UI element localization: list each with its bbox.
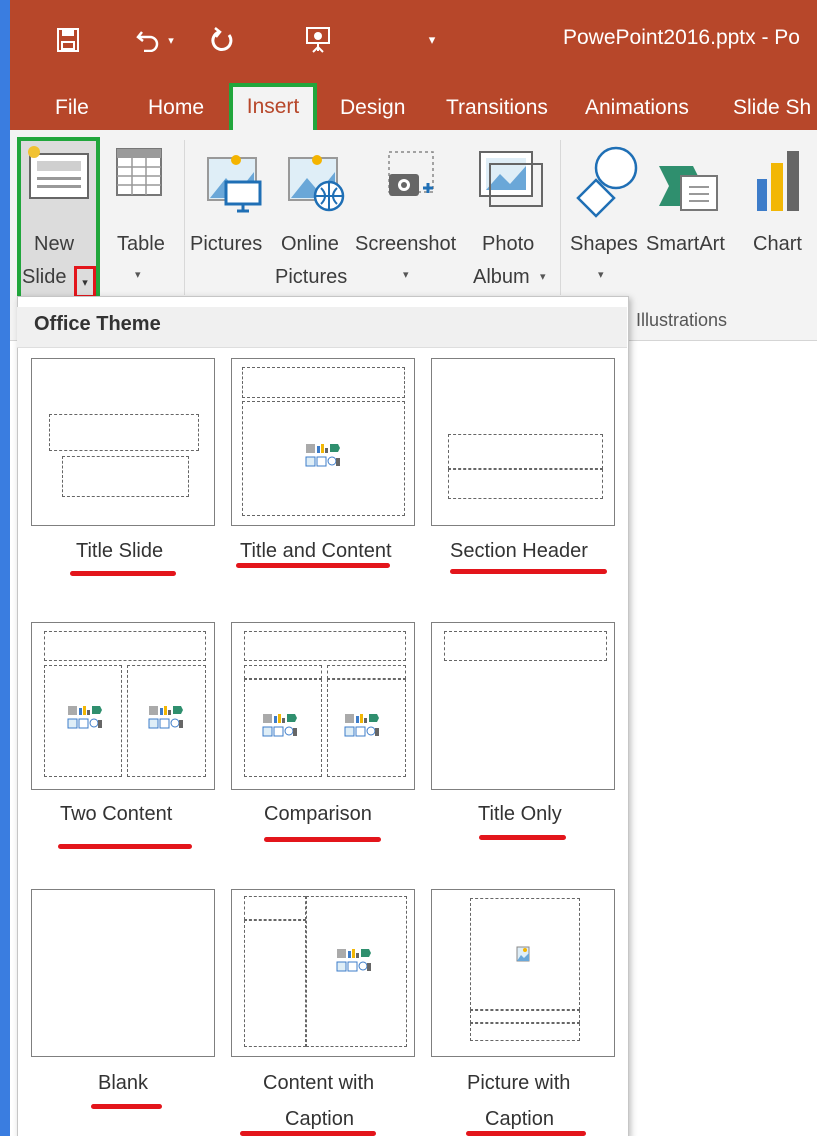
title-bar: ▾ ▾ PowePoint2016.pptx - Po [0,0,817,82]
photo-album-dropdown-arrow[interactable]: ▾ [540,270,546,283]
screenshot-frame-border [0,0,10,1136]
new-slide-label-line1: New [34,233,75,255]
layout-picture-with-caption[interactable] [431,889,615,1057]
annotation-underline [70,571,176,576]
presentation-icon[interactable] [300,22,336,58]
title-placeholder [448,434,603,469]
title-placeholder [242,367,405,398]
annotation-underline [264,837,381,842]
layout-two-content[interactable] [31,622,215,790]
photo-album-label-line1[interactable]: Photo [482,233,534,256]
photo-album-label-line2[interactable]: Album [473,266,530,289]
left-heading-placeholder [244,665,322,679]
layout-label-title-slide: Title Slide [76,540,164,562]
annotation-underline [91,1104,162,1109]
tab-bar [0,82,817,130]
shapes-label[interactable]: Shapes [570,233,638,256]
layout-label-picture-with-caption-line1: Picture with [467,1072,571,1094]
pictures-icon [207,155,262,213]
online-pictures-icon [288,155,345,212]
online-pictures-label-line1[interactable]: Online [281,233,339,256]
layout-content-with-caption[interactable] [231,889,415,1057]
title-placeholder [244,896,306,920]
layout-label-comparison: Comparison [264,803,372,825]
gallery-header: Office Theme [17,307,627,348]
ribbon-separator [560,140,561,295]
layout-label-two-content: Two Content [60,803,173,825]
undo-icon[interactable]: ▾ [130,22,180,58]
title-placeholder [244,631,406,661]
title-placeholder [44,631,206,661]
shapes-icon [576,146,638,218]
content-icons [148,706,183,729]
content-icons [336,949,371,972]
online-pictures-label-line2[interactable]: Pictures [275,266,347,289]
redo-icon[interactable] [205,22,241,58]
pictures-label[interactable]: Pictures [190,233,262,256]
ribbon-separator [184,140,185,295]
shapes-dropdown-arrow[interactable]: ▾ [598,268,604,281]
layout-comparison[interactable] [231,622,415,790]
tab-slide-show[interactable]: Slide Sh [733,92,811,124]
tab-design[interactable]: Design [340,92,405,124]
content-icons [262,714,297,737]
tab-file[interactable]: File [55,92,89,124]
gallery-header-label: Office Theme [34,313,161,335]
layout-section-header[interactable] [431,358,615,526]
layout-label-content-with-caption-line1: Content with [263,1072,375,1094]
annotation-underline [466,1131,586,1136]
title-placeholder [49,414,199,451]
annotation-underline [450,569,607,574]
caption-placeholder [244,920,306,1047]
document-title: PowePoint2016.pptx - Po [563,26,800,49]
right-heading-placeholder [327,665,406,679]
new-slide-label-line2: Slide [22,266,67,288]
screenshot-icon [388,151,434,196]
layout-title-only[interactable] [431,622,615,790]
screenshot-dropdown-arrow[interactable]: ▾ [403,268,409,281]
layout-blank[interactable] [31,889,215,1057]
layout-label-blank: Blank [98,1072,149,1094]
layout-label-title-and-content: Title and Content [240,540,392,562]
chart-label[interactable]: Chart [753,233,802,256]
subtitle-placeholder [62,456,189,497]
layout-title-slide[interactable] [31,358,215,526]
table-label[interactable]: Table [117,233,165,256]
content-icons [305,444,340,467]
picture-icon [516,946,530,962]
tab-animations[interactable]: Animations [585,92,689,124]
annotation-underline [479,835,566,840]
layout-title-and-content[interactable] [231,358,415,526]
new-slide-icon [28,146,89,199]
chart-icon [757,151,799,211]
smartart-label[interactable]: SmartArt [646,233,725,256]
title-placeholder [470,1010,580,1023]
annotation-underline [240,1131,376,1136]
photo-album-icon [479,151,543,207]
table-icon [116,148,162,196]
powerpoint-window: ▾ ▾ PowePoint2016.pptx - Po File Home In… [0,0,817,1136]
group-label-illustrations: Illustrations [636,310,728,330]
screenshot-label[interactable]: Screenshot [355,233,456,256]
new-slide-dropdown-arrow[interactable]: ▾ [74,266,96,298]
customize-arrow-icon[interactable]: ▾ [420,22,444,58]
caption-placeholder [470,1023,580,1041]
annotation-underline [236,563,390,568]
annotation-underline [58,844,192,849]
tab-home[interactable]: Home [148,92,204,124]
content-icons [344,714,379,737]
save-icon[interactable] [50,22,86,58]
tab-transitions[interactable]: Transitions [446,92,548,124]
smartart-icon [659,166,718,211]
tab-insert-label: Insert [246,95,300,118]
tab-insert[interactable]: Insert [229,83,317,136]
layout-label-section-header: Section Header [450,540,588,562]
layout-label-content-with-caption-line2: Caption [285,1108,354,1130]
content-icons [67,706,102,729]
layout-label-title-only: Title Only [478,803,562,825]
text-placeholder [448,469,603,499]
layout-label-picture-with-caption-line2: Caption [485,1108,554,1130]
table-dropdown-arrow[interactable]: ▾ [135,268,141,281]
title-placeholder [444,631,607,661]
